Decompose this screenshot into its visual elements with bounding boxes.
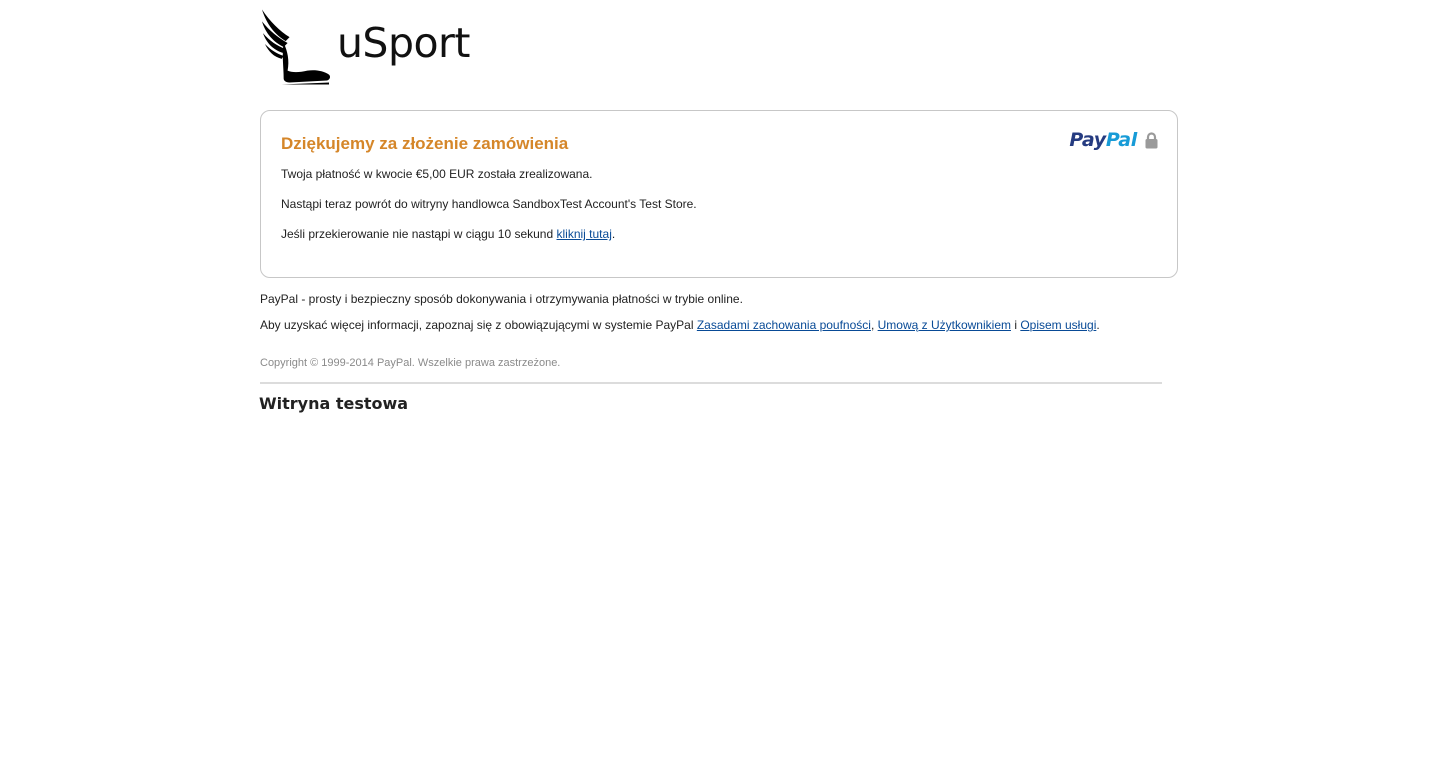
paypal-tagline: PayPal - prosty i bezpieczny sposób doko… [260, 292, 743, 306]
paypal-logo-part1: Pay [1069, 129, 1106, 151]
test-site-label: Witryna testowa [259, 394, 409, 413]
lock-icon [1145, 131, 1158, 148]
page: uSport Dziękujemy za złożenie zamówienia… [0, 0, 1440, 778]
footer-divider [260, 382, 1162, 384]
winged-shoe-icon [261, 9, 331, 85]
more-info-end: . [1096, 318, 1100, 332]
redirect-text: Jeśli przekierowanie nie nastąpi w ciągu… [281, 227, 557, 241]
service-description-link[interactable]: Opisem usługi [1020, 318, 1096, 332]
paypal-logo-part2: Pal [1105, 129, 1137, 151]
redirect-suffix: . [611, 227, 616, 241]
click-here-link[interactable]: kliknij tutaj [557, 227, 612, 241]
copyright-text: Copyright © 1999-2014 PayPal. Wszelkie p… [260, 357, 561, 369]
redirect-notice: Jeśli przekierowanie nie nastąpi w ciągu… [281, 227, 615, 241]
paypal-logo: PayPal [1069, 129, 1137, 151]
payment-status-text: Twoja płatność w kwocie €5,00 EUR został… [281, 167, 593, 181]
return-notice-text: Nastąpi teraz powrót do witryny handlowc… [281, 197, 697, 211]
logo-text: uSport [336, 19, 471, 67]
paypal-brand: PayPal [1069, 129, 1158, 151]
separator-and: i [1010, 318, 1021, 332]
usport-logo[interactable]: uSport [260, 6, 471, 86]
separator-comma: , [870, 318, 878, 332]
user-agreement-link[interactable]: Umową z Użytkownikiem [878, 318, 1011, 332]
confirmation-card: Dziękujemy za złożenie zamówienia PayPal… [260, 110, 1178, 278]
page-title: Dziękujemy za złożenie zamówienia [281, 134, 569, 153]
more-info-text: Aby uzyskać więcej informacji, zapoznaj … [260, 318, 1100, 332]
privacy-policy-link[interactable]: Zasadami zachowania poufności [697, 318, 871, 332]
more-info-prefix: Aby uzyskać więcej informacji, zapoznaj … [260, 318, 697, 332]
